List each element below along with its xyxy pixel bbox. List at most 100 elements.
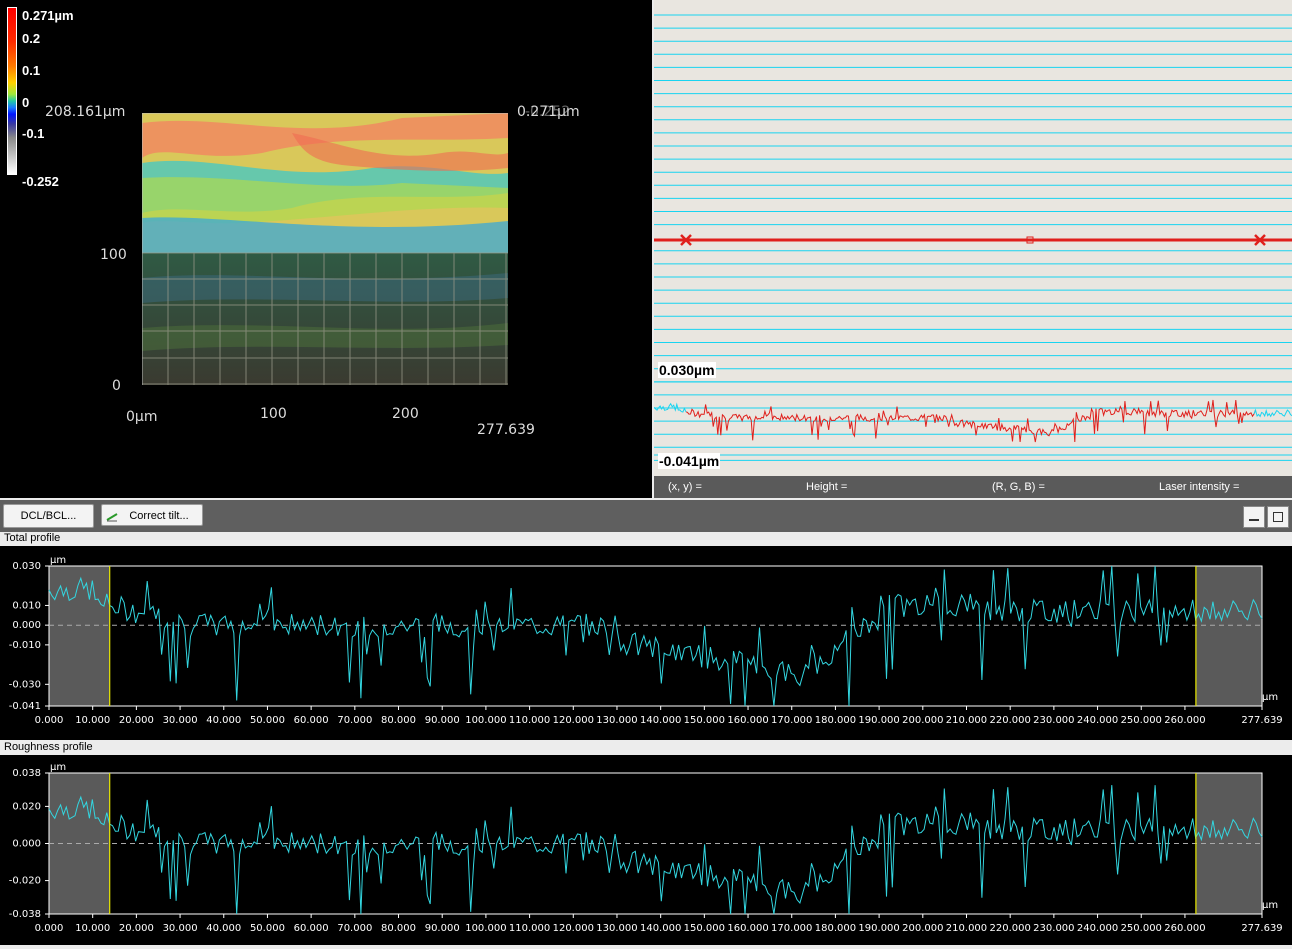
- profile-curve: [48, 565, 1263, 707]
- y-tick-label: -0.030: [9, 679, 41, 690]
- y-tick-label: 0.038: [12, 768, 41, 779]
- x-tick-label: 100.000: [465, 923, 506, 934]
- plot-frame: [48, 565, 1263, 707]
- x-tick-label: 40.000: [206, 715, 241, 726]
- x-tick-label: 220.000: [989, 715, 1030, 726]
- x-tick-label: 180.000: [815, 715, 856, 726]
- minimize-button[interactable]: [1243, 506, 1265, 528]
- x-tick-label: 200.000: [902, 715, 943, 726]
- y-tick-label: 0.010: [12, 600, 41, 611]
- x-tick-label: 20.000: [119, 715, 154, 726]
- x-tick-label: 90.000: [425, 715, 460, 726]
- correct-tilt-button[interactable]: Correct tilt...: [101, 504, 203, 526]
- y-axis-tick: 0: [112, 378, 121, 394]
- total-profile-title: Total profile: [4, 532, 61, 544]
- x-tick-label: 190.000: [858, 923, 899, 934]
- x-tick-label: 140.000: [640, 923, 681, 934]
- x-tick-label: 250.000: [1121, 923, 1162, 934]
- x-tick-label: 80.000: [381, 923, 416, 934]
- x-tick-label: 130.000: [596, 923, 637, 934]
- x-tick-label: 110.000: [509, 715, 550, 726]
- scale-min-label: -0.252: [22, 174, 59, 189]
- color-scale-bar: [7, 7, 17, 175]
- x-tick-label: 100.000: [465, 715, 506, 726]
- y-unit-label: µm: [50, 555, 66, 566]
- y-tick-label: -0.041: [9, 701, 41, 712]
- x-tick-label: 10.000: [75, 923, 110, 934]
- x-tick-label: 0.000: [35, 923, 64, 934]
- mini-profile-curve-excluded: [1253, 408, 1292, 418]
- x-axis-end-label: 277.639: [477, 422, 535, 438]
- y-tick-label: -0.010: [9, 640, 41, 651]
- correct-tilt-label: Correct tilt...: [129, 510, 189, 522]
- tilt-icon: [106, 513, 118, 522]
- restore-icon: [1273, 512, 1283, 522]
- x-tick-label: 170.000: [771, 923, 812, 934]
- total-profile-chart[interactable]: 0.030 0.010 0.000 -0.010 -0.030 -0.041 0.000 10…: [0, 546, 1292, 740]
- x-tick-label: 150.000: [684, 715, 725, 726]
- profile-toolbar: DCL/BCL... Correct tilt...: [0, 500, 1292, 532]
- y-tick-label: 0.020: [12, 801, 41, 812]
- x-tick-label: 170.000: [771, 715, 812, 726]
- scale-label: 0.2: [22, 31, 41, 46]
- x-tick-label: 60.000: [294, 715, 329, 726]
- x-tick-label: 70.000: [337, 923, 372, 934]
- y-tick-label: 0.030: [12, 561, 41, 572]
- excluded-region-left: [49, 566, 110, 706]
- x-unit-label: µm: [1262, 900, 1278, 911]
- scale-label: 0.1: [22, 63, 41, 78]
- x-tick-label: 80.000: [381, 715, 416, 726]
- x-tick-label: 60.000: [294, 923, 329, 934]
- roughness-profile-title: Roughness profile: [4, 741, 93, 753]
- status-height: Height =: [806, 481, 848, 493]
- x-tick-label: 277.639: [1241, 715, 1282, 726]
- corner-label: 208.161µm: [45, 104, 126, 120]
- y-tick-label: -0.038: [9, 909, 41, 920]
- x-tick-label: 230.000: [1033, 715, 1074, 726]
- x-tick-label: 90.000: [425, 923, 460, 934]
- x-tick-label: 130.000: [596, 715, 637, 726]
- x-tick-label: 250.000: [1121, 715, 1162, 726]
- dcl-bcl-button[interactable]: DCL/BCL...: [3, 504, 94, 528]
- minimize-icon: [1249, 519, 1259, 521]
- x-tick-label: 160.000: [727, 923, 768, 934]
- x-tick-label: 277.639: [1241, 923, 1282, 934]
- status-laser: Laser intensity =: [1159, 481, 1240, 493]
- x-tick-label: 150.000: [684, 923, 725, 934]
- y-tick-label: 0.000: [12, 839, 41, 850]
- x-tick-label: 20.000: [119, 923, 154, 934]
- excluded-region-right: [1195, 566, 1262, 706]
- x-tick-label: 30.000: [163, 923, 198, 934]
- x-tick-label: 180.000: [815, 923, 856, 934]
- x-tick-label: 200.000: [902, 923, 943, 934]
- x-tick-label: 260.000: [1164, 715, 1205, 726]
- scale-label: -0.1: [22, 126, 45, 141]
- x-tick-label: 70.000: [337, 715, 372, 726]
- roughness-profile-chart[interactable]: 0.038 0.020 0.000 -0.020 -0.038 0.000 10.000 20…: [0, 755, 1292, 945]
- x-tick-label: 0.000: [35, 715, 64, 726]
- scale-label: 0: [22, 95, 30, 110]
- x-tick-label: 50.000: [250, 923, 285, 934]
- height-map-view[interactable]: 0.271µm 0.2 0.1 0 -0.1 -0.252 208.161µm …: [0, 0, 652, 498]
- x-tick-label: 220.000: [989, 923, 1030, 934]
- y-unit-label: µm: [50, 762, 66, 773]
- x-axis-tick: 100: [260, 406, 287, 422]
- x-tick-label: 40.000: [206, 923, 241, 934]
- optical-image-view[interactable]: 0.030µm -0.041µm (x, y) = Height = (R, G…: [654, 0, 1292, 498]
- mini-profile-min: -0.041µm: [658, 453, 721, 469]
- x-tick-label: 210.000: [946, 715, 987, 726]
- x-tick-label: 240.000: [1077, 923, 1118, 934]
- y-axis-tick: 100: [100, 247, 127, 263]
- x-tick-label: 260.000: [1164, 923, 1205, 934]
- x-tick-label: 160.000: [727, 715, 768, 726]
- y-tick-label: -0.020: [9, 876, 41, 887]
- corner-label: -0.252: [525, 104, 571, 120]
- status-bar: (x, y) = Height = (R, G, B) = Laser inte…: [654, 476, 1292, 498]
- x-tick-label: 240.000: [1077, 715, 1118, 726]
- y-tick-label: 0.000: [12, 620, 41, 631]
- x-tick-label: 230.000: [1033, 923, 1074, 934]
- surface-render: [142, 113, 508, 385]
- scale-max-label: 0.271µm: [22, 8, 74, 23]
- restore-button[interactable]: [1267, 506, 1289, 528]
- profile-curve: [48, 785, 1263, 915]
